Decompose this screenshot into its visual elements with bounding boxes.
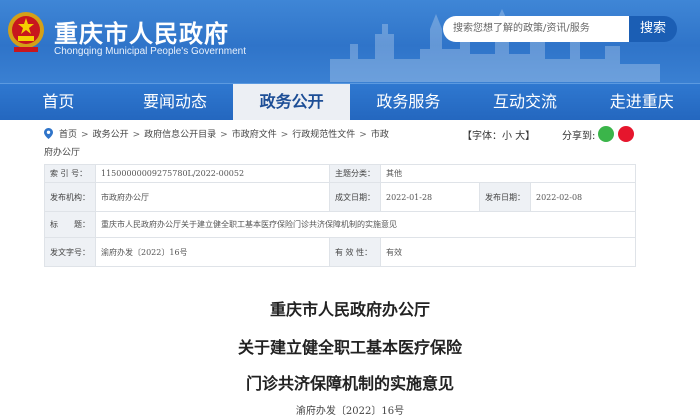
nav-item-services[interactable]: 政务服务 — [350, 84, 467, 120]
document-title-line-3: 门诊共济保障机制的实施意见 — [245, 374, 454, 393]
breadcrumb-home[interactable]: 首页 — [59, 130, 77, 140]
meta-value-validity: 有效 — [380, 237, 636, 267]
meta-label-doc-no: 发文字号： — [44, 237, 96, 267]
site-subtitle: Chongqing Municipal People's Government — [54, 46, 247, 57]
weibo-share-icon[interactable] — [618, 126, 634, 142]
document-number: 渝府办发〔2022〕16号 — [295, 406, 405, 417]
document-meta-table: 索 引 号： 11500000009275780L/2022-00052 主题分… — [44, 164, 636, 267]
breadcrumb-catalog[interactable]: 政府信息公开目录 — [144, 130, 216, 140]
location-pin-icon — [44, 128, 53, 139]
meta-label-published: 发布日期： — [479, 182, 531, 212]
site-header: 重庆市人民政府 Chongqing Municipal People's Gov… — [0, 0, 700, 83]
meta-value-index: 11500000009275780L/2022-00052 — [95, 164, 330, 183]
meta-label-created: 成文日期： — [329, 182, 381, 212]
search-input[interactable]: 搜索您想了解的政策/资讯/服务 — [443, 16, 629, 42]
meta-value-theme: 其他 — [380, 164, 636, 183]
meta-value-title: 重庆市人民政府办公厅关于建立健全职工基本医疗保险门诊共济保障机制的实施意见 — [95, 211, 636, 238]
nav-item-interaction[interactable]: 互动交流 — [467, 84, 584, 120]
breadcrumb-normative-docs[interactable]: 行政规范性文件 — [292, 130, 355, 140]
nav-item-gov-affairs[interactable]: 政务公开 — [233, 84, 351, 120]
breadcrumb: 首页 > 政务公开 > 政府信息公开目录 > 市政府文件 > 行政规范性文件 > 市政府办公厅 — [44, 128, 389, 158]
meta-value-issuer: 市政府办公厅 — [95, 182, 330, 212]
national-emblem-icon — [8, 12, 44, 52]
nav-item-news[interactable]: 要闻动态 — [117, 84, 234, 120]
breadcrumb-gov-docs[interactable]: 市政府文件 — [232, 130, 277, 140]
meta-label-theme: 主题分类： — [329, 164, 381, 183]
meta-value-created: 2022-01-28 — [380, 182, 480, 212]
nav-item-home[interactable]: 首页 — [0, 84, 117, 120]
meta-label-issuer: 发布机构： — [44, 182, 96, 212]
share-label: 分享到: — [562, 131, 596, 142]
meta-value-doc-no: 渝府办发〔2022〕16号 — [95, 237, 330, 267]
main-nav: 首页 要闻动态 政务公开 政务服务 互动交流 走进重庆 — [0, 83, 700, 120]
meta-value-published: 2022-02-08 — [530, 182, 636, 212]
site-title[interactable]: 重庆市人民政府 — [54, 14, 229, 49]
nav-item-about[interactable]: 走进重庆 — [583, 84, 700, 120]
document-title-line-1: 重庆市人民政府办公厅 — [269, 300, 430, 319]
document-title-line-2: 关于建立健全职工基本医疗保险 — [237, 338, 462, 357]
meta-label-index: 索 引 号： — [44, 164, 96, 183]
wechat-share-icon[interactable] — [598, 126, 614, 142]
meta-label-title: 标 题： — [44, 211, 96, 238]
breadcrumb-gov-affairs[interactable]: 政务公开 — [93, 130, 129, 140]
search-button[interactable]: 搜索 — [629, 16, 677, 42]
meta-label-validity: 有 效 性： — [329, 237, 381, 267]
font-size-control[interactable]: 【字体：小 大】 — [462, 127, 535, 142]
